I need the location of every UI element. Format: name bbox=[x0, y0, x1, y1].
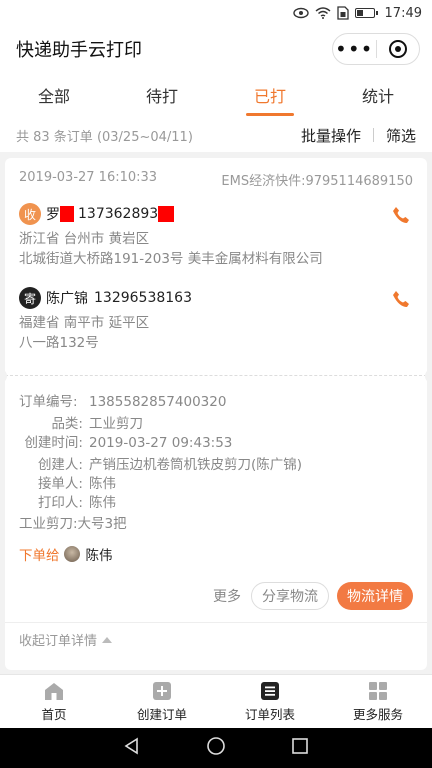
sender-block: 寄 陈广锦 13296538163 福建省 南平市 延平区 八一路132号 bbox=[5, 287, 427, 353]
home-circle-icon[interactable] bbox=[206, 736, 226, 760]
sender-phone: 13296538163 bbox=[94, 290, 192, 306]
battery-icon bbox=[354, 8, 378, 18]
receiver-region: 浙江省 台州市 黄岩区 bbox=[19, 231, 150, 247]
created-time-label: 创建时间: bbox=[24, 435, 83, 451]
card-header: 2019-03-27 16:10:33 EMS经济快件:979511468915… bbox=[5, 158, 427, 189]
goods-note: 工业剪刀:大号3把 bbox=[19, 516, 127, 532]
receiver-name: 罗 bbox=[46, 207, 60, 223]
nav-home[interactable]: 首页 bbox=[0, 675, 108, 728]
divider bbox=[372, 128, 374, 142]
avatar bbox=[63, 546, 80, 562]
sender-badge: 寄 bbox=[19, 287, 41, 309]
assigned-label: 下单给 bbox=[19, 548, 60, 564]
share-logistics-button[interactable]: 分享物流 bbox=[251, 582, 329, 610]
target-icon[interactable] bbox=[377, 34, 420, 64]
receiver-block: 收 罗 137362893 浙江省 台州市 黄岩区 北城街道大桥路191-203… bbox=[5, 203, 427, 269]
tab-stats[interactable]: 统计 bbox=[324, 72, 432, 118]
order-datetime: 2019-03-27 16:10:33 bbox=[19, 170, 158, 185]
app-header: 快递助手云打印 ••• bbox=[0, 26, 432, 72]
nav-more-services[interactable]: 更多服务 bbox=[324, 675, 432, 728]
sim-icon bbox=[336, 6, 349, 20]
tab-all[interactable]: 全部 bbox=[0, 72, 108, 118]
order-no: 1385582857400320 bbox=[89, 394, 227, 410]
order-tabs: 全部 待打 已打 统计 bbox=[0, 72, 432, 118]
system-nav-bar bbox=[0, 728, 432, 768]
nav-more-services-label: 更多服务 bbox=[352, 706, 403, 722]
status-bar: 17:49 bbox=[0, 0, 432, 26]
printer-value: 陈伟 bbox=[89, 495, 116, 511]
receiver-badge: 收 bbox=[19, 203, 41, 225]
collapse-details-toggle[interactable]: 收起订单详情 bbox=[5, 622, 427, 656]
home-icon bbox=[43, 681, 65, 701]
assigned-name: 陈伟 bbox=[85, 548, 113, 564]
list-icon bbox=[260, 681, 280, 701]
clock-time: 17:49 bbox=[384, 5, 422, 21]
receiver-person-value: 陈伟 bbox=[89, 476, 116, 492]
order-details: 订单编号: 1385582857400320 品类: 工业剪刀 创建时间: 2019-… bbox=[5, 393, 427, 534]
call-receiver-phone-icon[interactable] bbox=[391, 205, 411, 225]
sender-name: 陈广锦 bbox=[46, 291, 88, 307]
grid-icon bbox=[368, 681, 388, 701]
collapse-label: 收起订单详情 bbox=[19, 634, 98, 649]
receiver-phone: 137362893 bbox=[78, 206, 159, 222]
sender-region: 福建省 南平市 延平区 bbox=[19, 315, 150, 331]
order-card: 2019-03-27 16:10:33 EMS经济快件:979511468915… bbox=[0, 158, 432, 670]
creator-label: 创建人: bbox=[37, 457, 83, 473]
bottom-nav: 首页 创建订单 订单列表 更多服务 bbox=[0, 674, 432, 728]
caret-up-icon bbox=[102, 636, 113, 643]
wifi-icon bbox=[315, 7, 331, 19]
receiver-person-label: 接单人: bbox=[37, 476, 83, 492]
call-sender-phone-icon[interactable] bbox=[391, 289, 411, 309]
category-label: 品类: bbox=[51, 416, 83, 432]
nav-home-label: 首页 bbox=[41, 706, 67, 722]
category-value: 工业剪刀 bbox=[89, 416, 143, 432]
redaction-mark bbox=[60, 206, 74, 222]
printer-label: 打印人: bbox=[37, 495, 83, 511]
filter-button[interactable]: 筛选 bbox=[386, 125, 416, 146]
assigned-to-row: 下单给 陈伟 bbox=[5, 544, 427, 564]
nav-create-order[interactable]: 创建订单 bbox=[108, 675, 216, 728]
order-no-label: 订单编号: bbox=[19, 394, 78, 410]
nav-create-order-label: 创建订单 bbox=[136, 706, 187, 722]
eye-icon bbox=[292, 7, 309, 19]
batch-operation-button[interactable]: 批量操作 bbox=[301, 125, 361, 146]
more-dots-icon[interactable]: ••• bbox=[333, 34, 376, 64]
sender-address: 八一路132号 bbox=[19, 335, 99, 351]
action-buttons: 更多 分享物流 物流详情 bbox=[5, 582, 427, 610]
recents-icon[interactable] bbox=[291, 737, 309, 759]
created-time: 2019-03-27 09:43:53 bbox=[89, 435, 233, 451]
carrier-tracking: EMS经济快件:9795114689150 bbox=[221, 174, 413, 189]
nav-order-list-label: 订单列表 bbox=[244, 706, 295, 722]
tab-printed[interactable]: 已打 bbox=[216, 72, 324, 118]
page-title: 快递助手云打印 bbox=[16, 40, 142, 61]
nav-order-list[interactable]: 订单列表 bbox=[216, 675, 324, 728]
tab-pending[interactable]: 待打 bbox=[108, 72, 216, 118]
summary-bar: 共 83 条订单 (03/25~04/11) 批量操作 筛选 bbox=[0, 118, 432, 152]
logistics-detail-button[interactable]: 物流详情 bbox=[337, 582, 413, 610]
back-icon[interactable] bbox=[123, 737, 141, 759]
creator-value: 产销压边机卷筒机铁皮剪刀(陈广锦) bbox=[89, 457, 303, 473]
receiver-address: 北城街道大桥路191-203号 美丰金属材料有限公司 bbox=[19, 251, 323, 267]
more-button[interactable]: 更多 bbox=[213, 586, 241, 606]
order-count: 共 83 条订单 (03/25~04/11) bbox=[16, 129, 193, 145]
dashed-divider bbox=[0, 369, 432, 383]
mini-program-capsule: ••• bbox=[332, 33, 420, 65]
plus-square-icon bbox=[152, 681, 172, 701]
redaction-mark bbox=[158, 206, 175, 222]
